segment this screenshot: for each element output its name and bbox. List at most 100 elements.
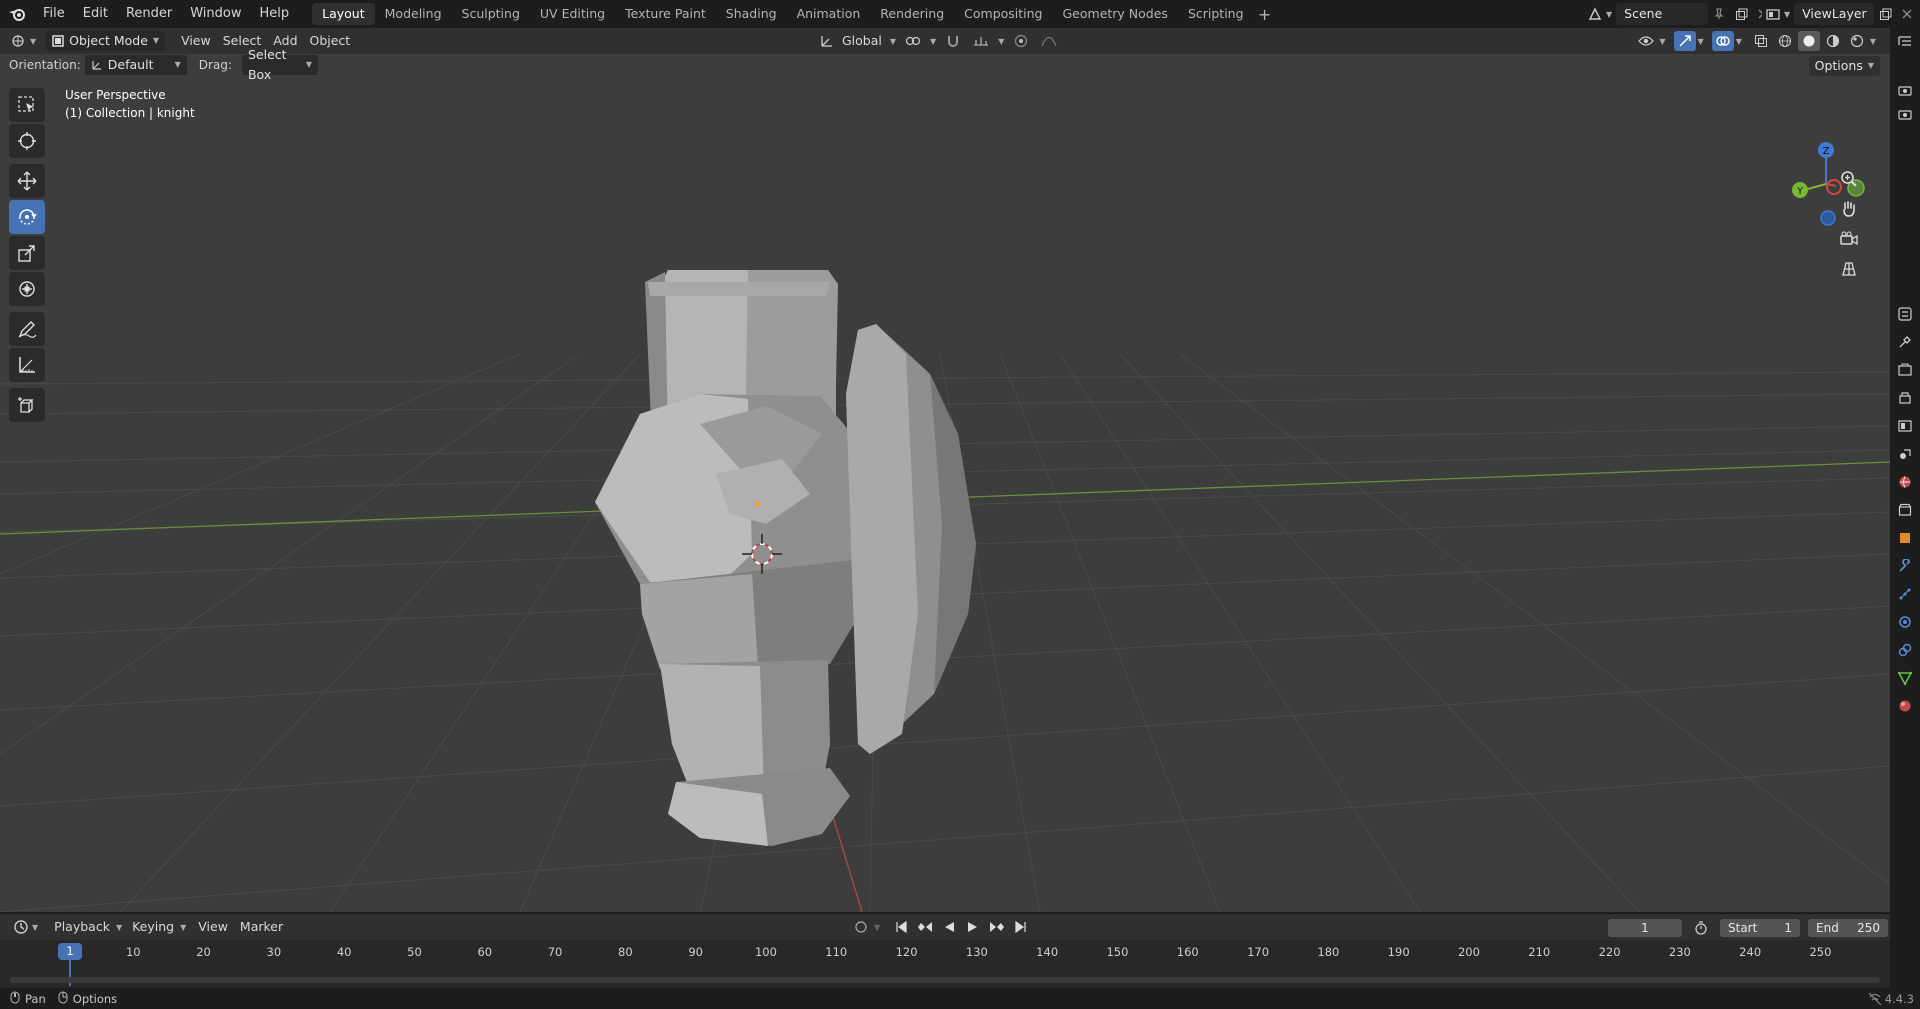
zoom-icon[interactable] — [1834, 166, 1864, 192]
annotate-tool[interactable] — [9, 312, 45, 346]
tab-uv-editing[interactable]: UV Editing — [530, 3, 615, 25]
world-properties-icon[interactable] — [1890, 468, 1920, 496]
material-properties-icon[interactable] — [1890, 692, 1920, 720]
menu-keying[interactable]: Keying — [126, 917, 180, 937]
chevron-down-icon[interactable]: ▼ — [32, 923, 38, 932]
falloff-icon[interactable] — [1038, 31, 1060, 51]
timeline-editor-type-icon[interactable] — [10, 917, 32, 937]
overlays-toggle-icon[interactable] — [1711, 31, 1734, 51]
timeline-area[interactable]: 10 20 30 40 50 60 70 80 90 100 110 120 130 140 150 160 1… — [0, 940, 1890, 988]
scale-tool[interactable] — [9, 236, 45, 270]
solid-shading-icon[interactable] — [1797, 31, 1820, 51]
jump-to-start-icon[interactable] — [890, 917, 912, 937]
auto-keying-icon[interactable] — [850, 917, 872, 937]
tab-scripting[interactable]: Scripting — [1178, 3, 1254, 25]
pin-icon[interactable] — [1708, 4, 1730, 24]
perspective-toggle-icon[interactable] — [1834, 256, 1864, 282]
pan-hand-icon[interactable] — [1834, 196, 1864, 222]
jump-to-keyframe-back-icon[interactable] — [914, 917, 936, 937]
object-data-mesh-icon[interactable] — [1890, 664, 1920, 692]
material-shading-icon[interactable] — [1822, 31, 1844, 51]
menu-marker[interactable]: Marker — [234, 917, 289, 937]
collection-properties-icon[interactable] — [1890, 496, 1920, 524]
chevron-down-icon[interactable]: ▼ — [1870, 37, 1876, 46]
visibility-icon[interactable] — [1635, 31, 1657, 51]
add-workspace-button[interactable]: + — [1254, 5, 1276, 24]
proportional-editing-icon[interactable] — [1010, 31, 1032, 51]
orientation-dropdown[interactable]: Default ▼ — [84, 55, 187, 75]
render-properties-icon[interactable] — [1890, 356, 1920, 384]
transform-orientation-value[interactable]: Global — [840, 31, 884, 51]
menu-object[interactable]: Object — [304, 31, 357, 51]
menu-window[interactable]: Window — [181, 3, 250, 25]
delete-view-layer-icon[interactable] — [1896, 4, 1918, 24]
new-view-layer-icon[interactable] — [1874, 4, 1896, 24]
render-camera-icon[interactable] — [1890, 76, 1920, 104]
tab-compositing[interactable]: Compositing — [954, 3, 1052, 25]
play-reverse-icon[interactable] — [938, 917, 960, 937]
chevron-down-icon[interactable]: ▼ — [998, 37, 1004, 46]
tab-geometry-nodes[interactable]: Geometry Nodes — [1053, 3, 1178, 25]
rendered-shading-icon[interactable] — [1846, 31, 1868, 51]
tab-animation[interactable]: Animation — [787, 3, 871, 25]
neg-z-axis-handle[interactable] — [1820, 210, 1836, 226]
chevron-down-icon[interactable]: ▼ — [1736, 37, 1742, 46]
view-layer-properties-icon[interactable] — [1890, 412, 1920, 440]
camera-view-icon[interactable] — [1834, 226, 1864, 252]
chevron-down-icon[interactable]: ▼ — [1784, 10, 1790, 19]
jump-to-end-icon[interactable] — [1010, 917, 1032, 937]
modifier-wrench-icon[interactable] — [1890, 552, 1920, 580]
chevron-down-icon[interactable]: ▼ — [1606, 10, 1612, 19]
add-cube-tool[interactable] — [9, 388, 45, 422]
snap-toggle-icon[interactable] — [942, 31, 964, 51]
play-icon[interactable] — [962, 917, 984, 937]
wireframe-shading-icon[interactable] — [1774, 31, 1796, 51]
menu-playback[interactable]: Playback — [48, 917, 116, 937]
tab-texture-paint[interactable]: Texture Paint — [615, 3, 716, 25]
rotate-tool[interactable] — [9, 200, 45, 234]
constraints-icon[interactable] — [1890, 636, 1920, 664]
snap-target-icon[interactable] — [970, 31, 992, 51]
particles-icon[interactable] — [1890, 580, 1920, 608]
menu-file[interactable]: File — [34, 3, 74, 25]
3d-viewport[interactable]: User Perspective (1) Collection | knight… — [0, 54, 1890, 912]
timeline-scrollbar[interactable] — [10, 977, 1880, 983]
pivot-point-icon[interactable] — [902, 31, 924, 51]
chevron-down-icon[interactable]: ▼ — [180, 923, 186, 932]
output-properties-icon[interactable] — [1890, 384, 1920, 412]
chevron-down-icon[interactable]: ▼ — [116, 923, 122, 932]
current-frame-field[interactable]: 1 — [1608, 919, 1682, 937]
select-box-tool[interactable] — [9, 88, 45, 122]
tab-shading[interactable]: Shading — [716, 3, 787, 25]
stopwatch-icon[interactable] — [1690, 918, 1712, 938]
tab-layout[interactable]: Layout — [312, 3, 375, 25]
playhead-frame-marker[interactable]: 1 — [58, 943, 82, 960]
menu-help[interactable]: Help — [251, 3, 299, 25]
transform-tool[interactable] — [9, 272, 45, 306]
start-frame-field[interactable]: Start 1 — [1720, 919, 1800, 937]
properties-editor-icon[interactable] — [1890, 300, 1920, 328]
tab-sculpting[interactable]: Sculpting — [452, 3, 530, 25]
cursor-tool[interactable] — [9, 124, 45, 158]
tab-modeling[interactable]: Modeling — [375, 3, 452, 25]
xray-toggle-icon[interactable] — [1750, 31, 1772, 51]
scene-icon[interactable] — [1584, 4, 1606, 24]
end-frame-field[interactable]: End 250 — [1808, 919, 1888, 937]
chevron-down-icon[interactable]: ▼ — [1659, 37, 1665, 46]
physics-icon[interactable] — [1890, 608, 1920, 636]
move-tool[interactable] — [9, 164, 45, 198]
tab-rendering[interactable]: Rendering — [870, 3, 954, 25]
camera-snapshot-icon[interactable] — [1890, 104, 1920, 124]
scene-name-field[interactable]: Scene — [1616, 3, 1709, 25]
measure-tool[interactable] — [9, 348, 45, 382]
chevron-down-icon[interactable]: ▼ — [874, 923, 880, 932]
blender-logo-icon[interactable] — [0, 0, 34, 28]
chevron-down-icon[interactable]: ▼ — [890, 37, 896, 46]
new-scene-icon[interactable] — [1730, 4, 1752, 24]
object-properties-icon[interactable] — [1890, 524, 1920, 552]
menu-render[interactable]: Render — [117, 3, 181, 25]
drag-dropdown[interactable]: Select Box ▼ — [241, 47, 318, 82]
view-layer-name-field[interactable]: ViewLayer — [1794, 3, 1875, 25]
jump-to-keyframe-forward-icon[interactable] — [986, 917, 1008, 937]
chevron-down-icon[interactable]: ▼ — [1698, 37, 1704, 46]
